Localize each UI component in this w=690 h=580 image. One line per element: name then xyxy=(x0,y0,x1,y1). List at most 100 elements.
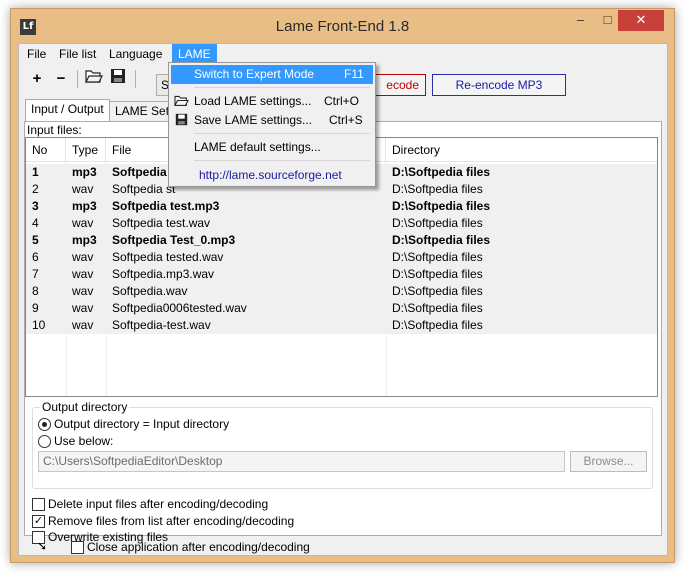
output-directory-group: Output directory Output directory = Inpu… xyxy=(32,400,653,489)
browse-button[interactable]: Browse... xyxy=(570,451,647,472)
table-row[interactable]: 8 wav Softpedia.wav D:\Softpedia files xyxy=(26,283,657,300)
cell-no: 7 xyxy=(32,267,39,281)
cell-dir: D:\Softpedia files xyxy=(392,216,483,230)
toolbar-separator xyxy=(77,70,78,88)
radio-use-below-label[interactable]: Use below: xyxy=(54,434,113,448)
output-directory-title: Output directory xyxy=(40,400,130,414)
cell-dir: D:\Softpedia files xyxy=(392,301,483,315)
cell-file: Softpedia0006tested.wav xyxy=(112,301,247,315)
toolbar-separator xyxy=(135,70,136,88)
output-path-field[interactable]: C:\Users\SoftpediaEditor\Desktop xyxy=(38,451,565,472)
close-after-label[interactable]: Close application after encoding/decodin… xyxy=(87,540,310,554)
add-files-button[interactable]: + xyxy=(26,68,48,90)
radio-same-directory-label[interactable]: Output directory = Input directory xyxy=(54,417,229,431)
menu-item-label: Load LAME settings... xyxy=(194,94,312,108)
menu-item-label: Switch to Expert Mode xyxy=(194,67,315,81)
cell-type: wav xyxy=(72,216,94,230)
menu-separator xyxy=(194,133,370,134)
menu-item-shortcut: Ctrl+O xyxy=(324,94,360,108)
cell-file: Softpedia test.wav xyxy=(112,216,211,230)
maximize-button[interactable]: □ xyxy=(594,10,621,31)
delete-input-checkbox[interactable] xyxy=(32,498,45,511)
cell-type: mp3 xyxy=(72,199,97,213)
table-row[interactable]: 9 wav Softpedia0006tested.wav D:\Softpedia … xyxy=(26,300,657,317)
cell-file: Softpedia test.mp3 xyxy=(112,199,220,213)
radio-same-directory[interactable] xyxy=(38,418,51,431)
cell-type: wav xyxy=(72,284,94,298)
menu-item-shortcut: F11 xyxy=(344,67,364,81)
menu-item-label: Save LAME settings... xyxy=(194,113,313,127)
table-row[interactable]: 6 wav Softpedia tested.wav D:\Softpedia fil… xyxy=(26,249,657,266)
cell-no: 2 xyxy=(32,182,39,196)
input-files-label: Input files: xyxy=(27,123,82,137)
radio-use-below[interactable] xyxy=(38,435,51,448)
table-row[interactable]: 10 wav Softpedia-test.wav D:\Softpedia file… xyxy=(26,317,657,334)
cell-dir: D:\Softpedia files xyxy=(392,165,491,179)
cell-no: 1 xyxy=(32,165,39,179)
menu-item-default-settings[interactable]: LAME default settings... xyxy=(171,138,373,157)
table-row[interactable]: 4 wav Softpedia test.wav D:\Softpedia files xyxy=(26,215,657,232)
menu-file-list[interactable]: File list xyxy=(53,44,102,64)
remove-from-list-checkbox[interactable]: ✓ xyxy=(32,515,45,528)
cell-no: 9 xyxy=(32,301,39,315)
cell-dir: D:\Softpedia files xyxy=(392,233,491,247)
minimize-button[interactable]: – xyxy=(567,10,594,31)
cell-no: 6 xyxy=(32,250,39,264)
table-row[interactable]: 5 mp3 Softpedia Test_0.mp3 D:\Softpedia fil… xyxy=(26,232,657,249)
open-folder-icon xyxy=(174,94,189,108)
cell-file: Softpedia Test_0.mp3 xyxy=(112,233,236,247)
column-directory[interactable]: Directory xyxy=(386,138,657,162)
lame-website-link[interactable]: http://lame.sourceforge.net xyxy=(199,168,342,182)
menu-item-label: LAME default settings... xyxy=(194,140,321,154)
cell-dir: D:\Softpedia files xyxy=(392,199,491,213)
cell-dir: D:\Softpedia files xyxy=(392,250,483,264)
cell-type: mp3 xyxy=(72,233,97,247)
menu-separator xyxy=(194,87,370,88)
cell-type: wav xyxy=(72,250,94,264)
menu-separator xyxy=(194,160,370,161)
menu-bar: File File list Language LAME xyxy=(19,44,667,64)
cell-file: Softpedia-test.wav xyxy=(112,318,211,332)
cell-no: 4 xyxy=(32,216,39,230)
title-bar[interactable]: Lf Lame Front-End 1.8 – □ ✕ xyxy=(11,9,674,43)
menu-item-shortcut: Ctrl+S xyxy=(329,113,363,127)
remove-files-button[interactable]: − xyxy=(50,68,72,90)
open-folder-icon[interactable] xyxy=(83,68,105,90)
cell-dir: D:\Softpedia files xyxy=(392,318,483,332)
cell-file: Softpedia tested.wav xyxy=(112,250,224,264)
lame-menu-dropdown: Switch to Expert Mode F11 Load LAME sett… xyxy=(168,62,376,187)
menu-item-switch-expert[interactable]: Switch to Expert Mode F11 xyxy=(171,65,373,84)
cell-no: 8 xyxy=(32,284,39,298)
cell-type: wav xyxy=(72,182,94,196)
column-no[interactable]: No xyxy=(26,138,66,162)
cell-type: wav xyxy=(72,318,94,332)
column-type[interactable]: Type xyxy=(66,138,106,162)
menu-file[interactable]: File xyxy=(21,44,52,64)
cell-no: 5 xyxy=(32,233,39,247)
close-button[interactable]: ✕ xyxy=(618,10,664,31)
menu-item-load-settings[interactable]: Load LAME settings... Ctrl+O xyxy=(171,92,373,111)
menu-language[interactable]: Language xyxy=(103,44,168,64)
cell-type: wav xyxy=(72,301,94,315)
cell-dir: D:\Softpedia files xyxy=(392,284,483,298)
status-bar: ➘ Close application after encoding/decod… xyxy=(19,537,667,556)
cell-type: wav xyxy=(72,267,94,281)
remove-from-list-label[interactable]: Remove files from list after encoding/de… xyxy=(48,514,294,528)
close-after-checkbox[interactable] xyxy=(71,541,84,554)
delete-input-label[interactable]: Delete input files after encoding/decodi… xyxy=(48,497,268,511)
table-row[interactable]: 7 wav Softpedia.mp3.wav D:\Softpedia files xyxy=(26,266,657,283)
reencode-mp3-button[interactable]: Re-encode MP3 xyxy=(432,74,566,96)
cell-file: Softpedia.mp3.wav xyxy=(112,267,215,281)
cell-no: 10 xyxy=(32,318,46,332)
cell-type: mp3 xyxy=(72,165,97,179)
resize-arrow-icon: ➘ xyxy=(37,539,48,553)
tab-input-output[interactable]: Input / Output xyxy=(25,99,110,121)
table-row[interactable]: 3 mp3 Softpedia test.mp3 D:\Softpedia files xyxy=(26,198,657,215)
menu-item-save-settings[interactable]: Save LAME settings... Ctrl+S xyxy=(171,111,373,130)
cell-no: 3 xyxy=(32,199,39,213)
cell-file: Softpedia.wav xyxy=(112,284,188,298)
floppy-icon xyxy=(174,113,189,127)
menu-lame[interactable]: LAME xyxy=(172,44,217,64)
cell-dir: D:\Softpedia files xyxy=(392,182,483,196)
floppy-icon[interactable] xyxy=(107,68,129,90)
